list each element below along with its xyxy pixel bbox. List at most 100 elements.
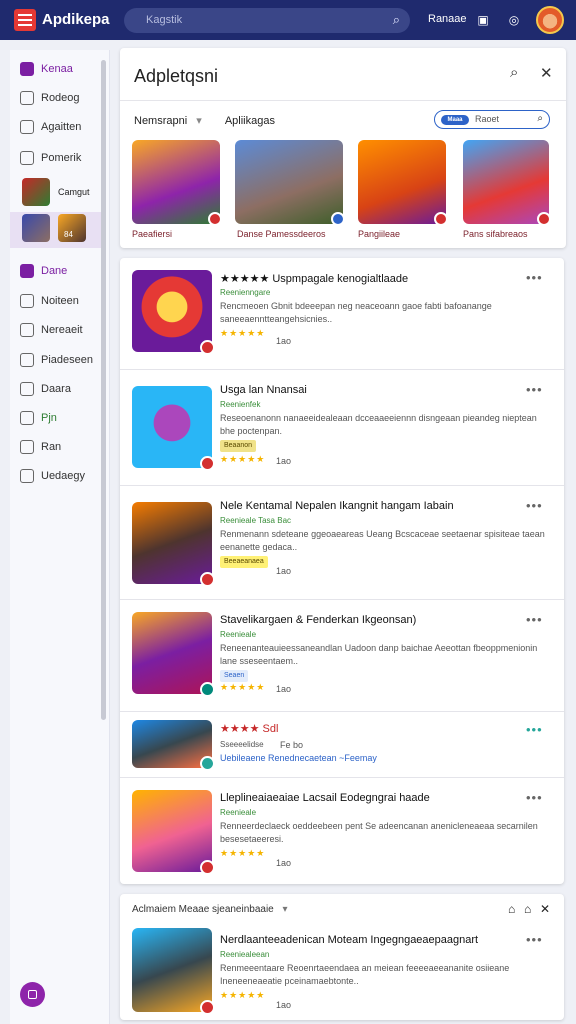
rating-stars: ★★★★★	[220, 848, 266, 858]
badge-icon	[200, 572, 215, 587]
app-logo-icon[interactable]	[14, 9, 36, 31]
featured-label: Paeafiersi	[132, 229, 173, 239]
list-item[interactable]: Usga lan Nnansai Reenienfek Reseoenanonn…	[120, 370, 564, 486]
badge-icon	[200, 860, 215, 875]
search-bar[interactable]: Kagstik ⌕	[124, 8, 410, 33]
item-title[interactable]: Stavelikargaen & Fenderkan Ikgeonsan)	[220, 614, 416, 626]
sidebar-item-uedaegy[interactable]: Uedaegy	[20, 465, 85, 487]
sidebar-item-ran[interactable]: Ran	[20, 436, 61, 458]
search-icon[interactable]: ⌕	[393, 12, 400, 28]
category-row: Nemsrapni ▾ Apliikagas	[134, 114, 275, 127]
bookmark-icon[interactable]: ⌂	[524, 902, 531, 916]
featured-label: Pans sifabreaos	[463, 229, 528, 239]
game-thumbnail[interactable]	[132, 928, 215, 1015]
sidebar-item-84[interactable]: 84	[22, 214, 108, 242]
rating-count: 1ao	[276, 1000, 292, 1010]
user-label[interactable]: Ranaae	[428, 13, 467, 25]
featured-game-1[interactable]	[132, 140, 222, 226]
chat-icon	[28, 990, 37, 999]
item-title[interactable]: Nerdlaanteeadenican Moteam Ingegngaeaepa…	[220, 934, 478, 946]
game-thumbnail	[132, 502, 215, 587]
filter-pill[interactable]: Maaa Raoet ⌕	[434, 110, 550, 129]
panel-title: Adpletqsni	[134, 66, 219, 86]
shield-icon	[20, 411, 34, 425]
bag-icon	[20, 440, 34, 454]
rating-stars: ★★★★★	[220, 990, 266, 1000]
item-tag: Beeaeanaea	[220, 556, 268, 568]
rating-count: 1ao	[276, 336, 292, 346]
bottom-panel-header[interactable]: Aclmaiem Meaae sjeaneinbaaie ▾	[132, 904, 288, 915]
item-title[interactable]: Usga lan Nnansai	[220, 384, 307, 396]
game-thumbnail	[132, 790, 215, 875]
more-options-icon[interactable]: •••	[526, 612, 543, 627]
rating-count: 1ao	[276, 566, 292, 576]
settings-icon[interactable]: ◎	[505, 11, 523, 29]
rating-stars: ★★★★★	[220, 454, 266, 464]
item-subtitle: Reenieale	[220, 630, 257, 639]
list-item[interactable]: ★★★★ Sdl Sseeeelidse Fe bo Uebileaene Re…	[120, 712, 564, 778]
sidebar-item-daara[interactable]: Daara	[20, 378, 71, 400]
close-icon[interactable]: ✕	[540, 64, 553, 82]
subcategory-link[interactable]: Apliikagas	[225, 115, 275, 127]
search-icon: ⌕	[537, 113, 543, 124]
featured-game-3[interactable]	[358, 140, 448, 226]
item-subtitle: Reenieale Tasa Bac	[220, 516, 292, 525]
item-title[interactable]: Lleplineaiaeaiae Lacsail Eodegngrai haad…	[220, 792, 430, 804]
sidebar-item-nereaeit[interactable]: Nereaeit	[20, 319, 83, 341]
item-description: Rencmeoen Gbnit bdeeepan neg neaceoann g…	[220, 301, 492, 324]
document-icon	[20, 353, 34, 367]
app-title: Apdikepa	[42, 11, 110, 28]
featured-game-2[interactable]	[235, 140, 345, 226]
chevron-down-icon[interactable]: ▾	[196, 115, 202, 127]
more-options-icon[interactable]: •••	[526, 382, 543, 397]
sidebar-item-pomerik[interactable]: Pomerik	[20, 147, 81, 169]
more-options-icon[interactable]: •••	[526, 790, 543, 805]
sidebar-item-kenaa[interactable]: Kenaa	[20, 58, 73, 80]
more-options-icon[interactable]: •••	[526, 270, 543, 285]
list-item[interactable]: Nele Kentamal Nepalen Ikangnit hangam Ia…	[120, 486, 564, 600]
game-thumbnail	[22, 214, 50, 242]
item-title[interactable]: Nele Kentamal Nepalen Ikangnit hangam Ia…	[220, 500, 454, 512]
sidebar-scrollbar[interactable]	[101, 60, 106, 720]
sidebar-item-agaitten[interactable]: Agaitten	[20, 116, 81, 138]
divider	[120, 100, 566, 101]
list-item[interactable]: Lleplineaiaeaiae Lacsail Eodegngrai haad…	[120, 778, 564, 884]
item-title[interactable]: ★★★★★ Uspmpagale kenogialtlaade	[220, 272, 408, 285]
chat-fab-button[interactable]	[20, 982, 45, 1007]
badge-icon	[537, 212, 551, 226]
sidebar-item-dane[interactable]: Dane	[20, 260, 67, 282]
sidebar-item-rodeog[interactable]: Rodeog	[20, 87, 80, 109]
list-item[interactable]: ★★★★★ Uspmpagale kenogialtlaade Reenienn…	[120, 258, 564, 370]
featured-game-4[interactable]	[463, 140, 551, 226]
sidebar-item-noiteen[interactable]: Noiteen	[20, 290, 79, 312]
badge-icon	[434, 212, 448, 226]
game-thumbnail	[132, 270, 215, 355]
chevron-down-icon[interactable]: ▾	[283, 904, 288, 915]
search-input[interactable]: Kagstik	[146, 14, 182, 26]
item-description: Renneerdeclaeck oeddeebeen pent Se adeen…	[220, 821, 538, 844]
rating-count: 1ao	[276, 456, 292, 466]
badge-icon	[200, 682, 215, 697]
more-options-icon[interactable]: •••	[526, 498, 543, 513]
chat-icon	[20, 294, 34, 308]
item-subtitle: Reenienngare	[220, 288, 271, 297]
item-link[interactable]: Uebileaene Renednecaetean ~Feemay	[220, 752, 550, 765]
close-icon[interactable]: ✕	[540, 902, 550, 916]
list-item[interactable]: Stavelikargaen & Fenderkan Ikgeonsan) Re…	[120, 600, 564, 712]
more-options-icon[interactable]: •••	[526, 722, 543, 737]
more-options-icon[interactable]: •••	[526, 932, 543, 947]
sidebar-item-pjn[interactable]: Pjn	[20, 407, 57, 429]
sidebar: Kenaa Rodeog Agaitten Pomerik Camgut 84 …	[10, 50, 110, 1024]
search-icon[interactable]: ⌕	[510, 64, 518, 81]
avatar[interactable]	[536, 6, 564, 34]
clock-icon	[20, 151, 34, 165]
item-subtitle: Reeniealeean	[220, 950, 270, 959]
sidebar-item-piadeseen[interactable]: Piadeseen	[20, 349, 93, 371]
notification-icon[interactable]: ▣	[474, 11, 492, 29]
category-dropdown[interactable]: Nemsrapni	[134, 115, 187, 127]
sidebar-item-camgut[interactable]: Camgut	[22, 178, 108, 206]
document-icon	[20, 469, 34, 483]
home-icon[interactable]: ⌂	[508, 902, 515, 916]
item-title[interactable]: ★★★★ Sdl	[220, 722, 278, 735]
item-description: Renmenann sdeteane ggeoaeareas Ueang Bcs…	[220, 529, 545, 552]
